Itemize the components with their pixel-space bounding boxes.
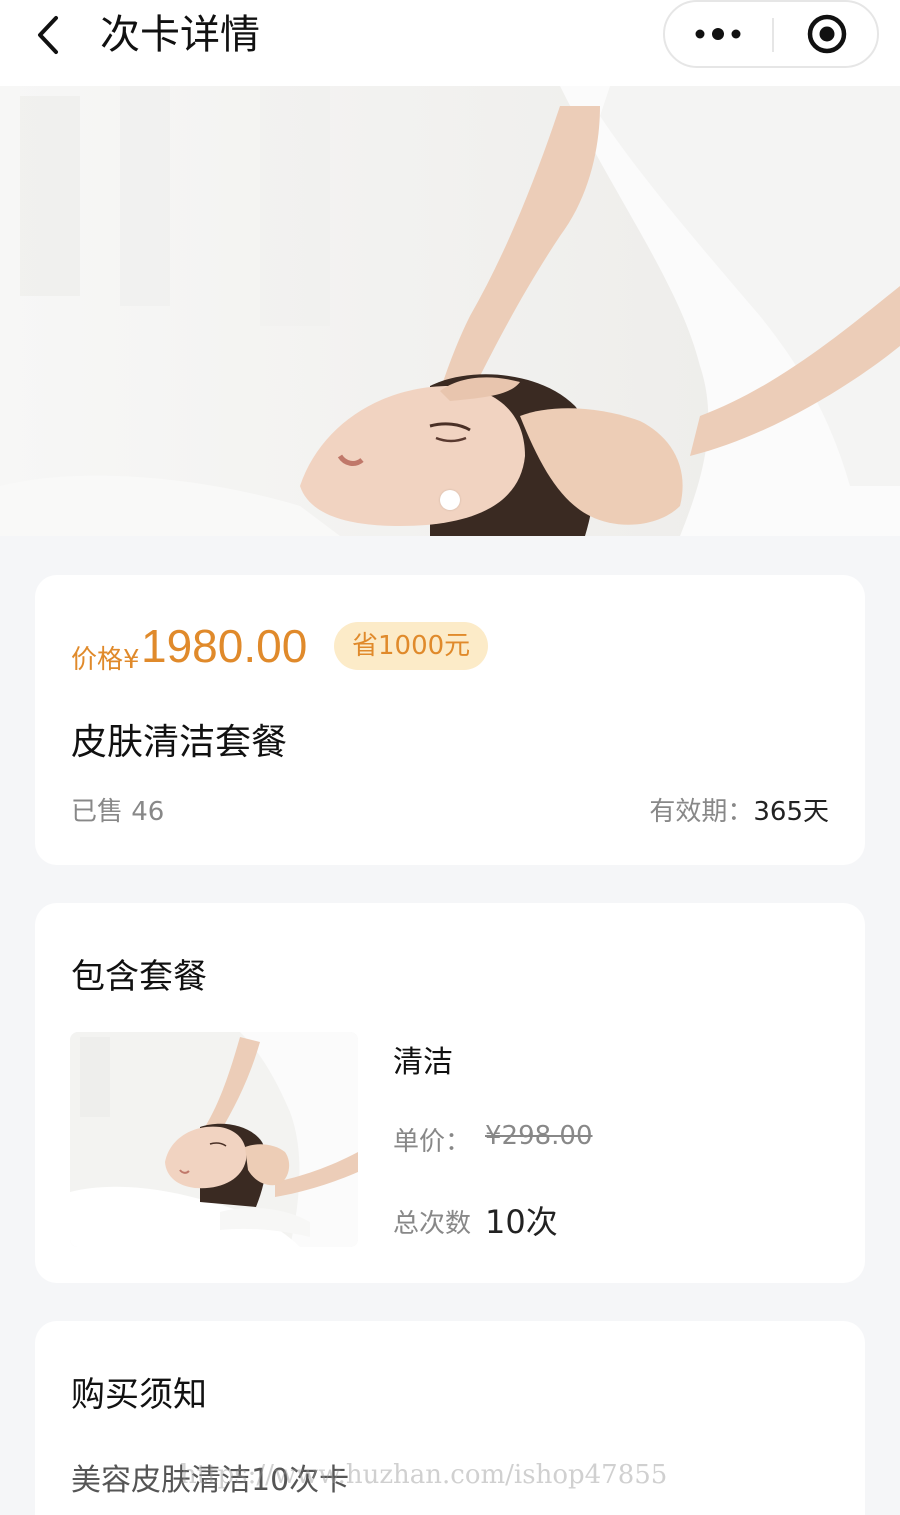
validity-period: 有效期：365天 — [649, 791, 829, 828]
price-card: 价格¥ 1980.00 省1000元 皮肤清洁套餐 已售 46 有效期：365天 — [35, 575, 865, 865]
carousel-dot-active[interactable] — [440, 490, 460, 510]
save-badge: 省1000元 — [334, 622, 489, 670]
close-button[interactable] — [775, 2, 879, 66]
total-count-label: 总次数 — [393, 1209, 472, 1239]
validity-label: 有效期： — [649, 797, 754, 827]
back-button[interactable] — [30, 12, 70, 58]
price-label: 价格¥ — [71, 645, 140, 675]
package-item-name: 清洁 — [393, 1045, 453, 1080]
watermark-text: https://www.huzhan.com/ishop47855 — [180, 1460, 668, 1490]
total-count-value: 10次 — [485, 1203, 558, 1241]
package-item-image[interactable] — [70, 1032, 358, 1247]
massage-photo — [0, 86, 900, 536]
unit-price-value: ¥298.00 — [485, 1121, 593, 1151]
massage-thumbnail — [70, 1032, 358, 1247]
validity-value: 365天 — [753, 797, 829, 827]
package-section-title: 包含套餐 — [71, 957, 207, 997]
banner-image[interactable] — [0, 86, 900, 536]
package-card: 包含套餐 清洁 单价： ¥298.00 总次数 10次 — [35, 903, 865, 1283]
navigation-bar: 次卡详情 — [0, 0, 900, 86]
target-close-icon — [807, 14, 847, 54]
page-title: 次卡详情 — [100, 12, 260, 58]
mini-program-capsule — [663, 0, 879, 68]
sold-count: 已售 46 — [71, 797, 165, 827]
chevron-left-icon — [38, 16, 58, 54]
price-value: 1980.00 — [141, 620, 308, 672]
more-dots-icon — [695, 28, 741, 40]
capsule-divider — [772, 18, 774, 52]
notice-section-title: 购买须知 — [71, 1375, 207, 1415]
unit-price-label: 单价： — [393, 1127, 472, 1157]
more-button[interactable] — [665, 2, 771, 66]
product-name: 皮肤清洁套餐 — [71, 722, 288, 763]
